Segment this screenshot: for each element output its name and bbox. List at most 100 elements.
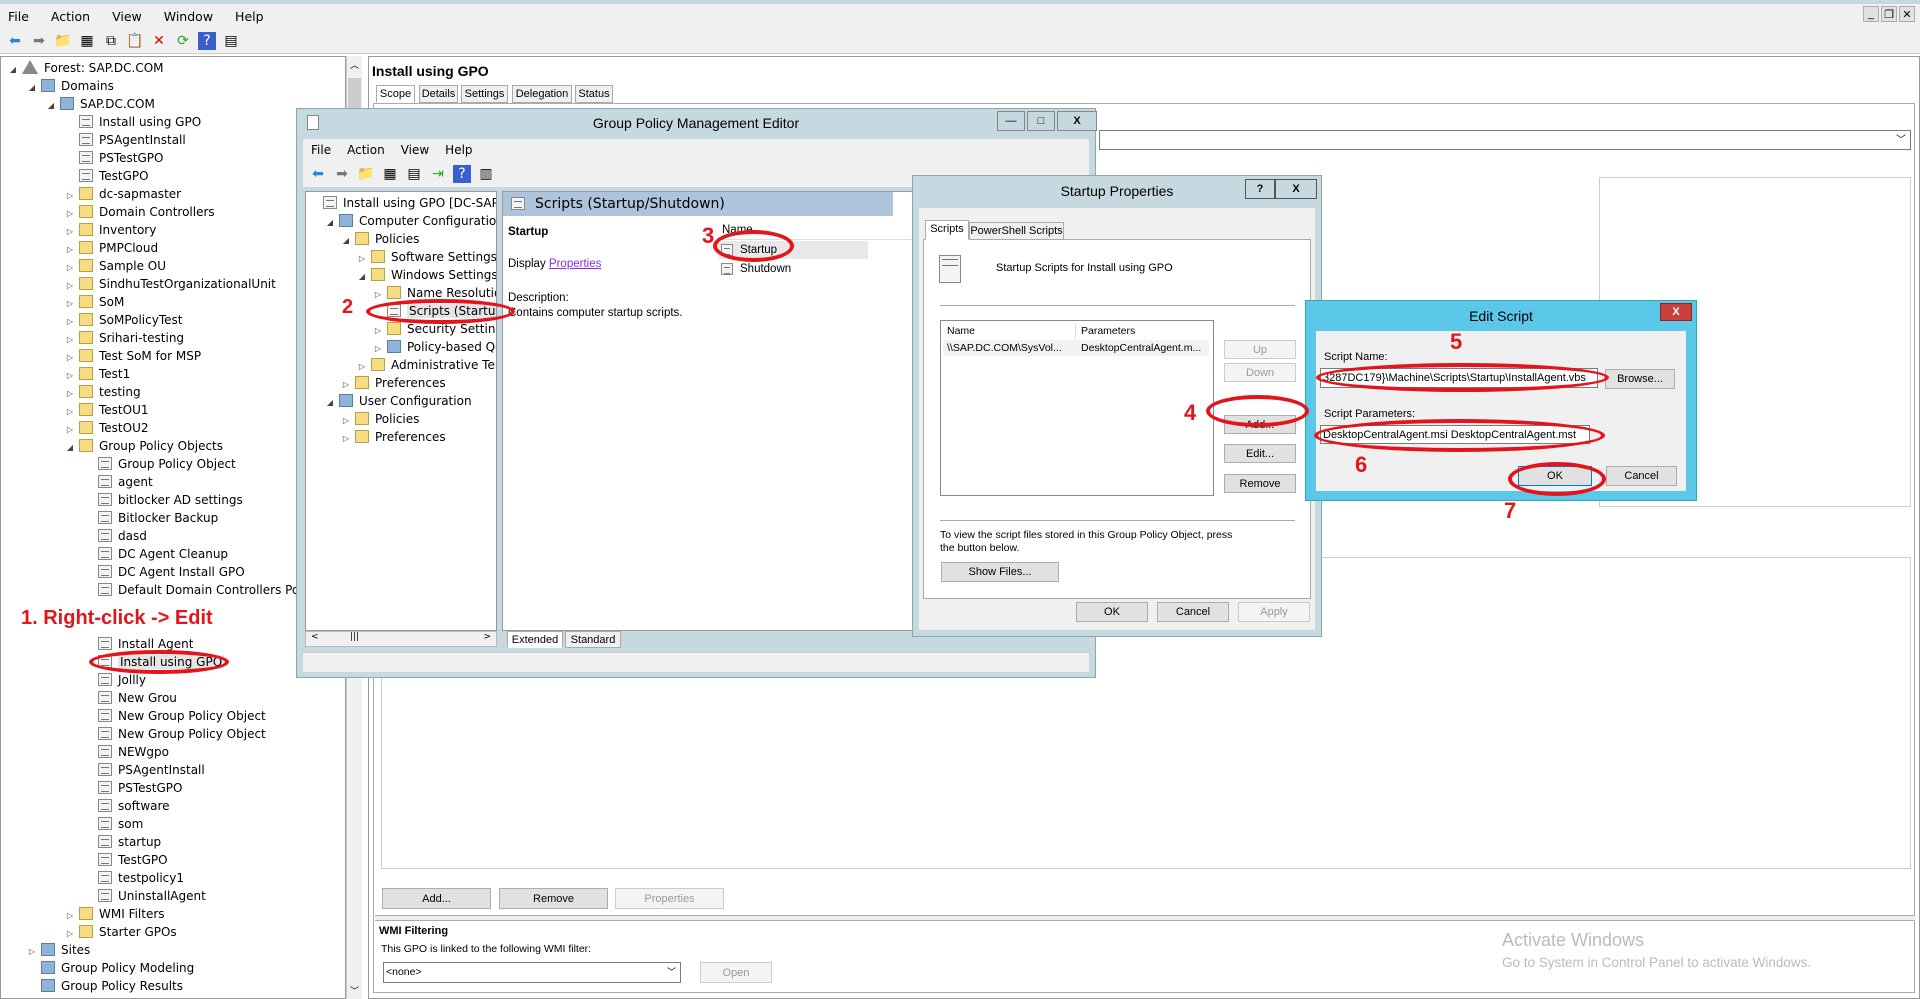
startup-close-button[interactable]: X — [1275, 179, 1317, 199]
tree-item[interactable]: PSAgentInstall — [83, 761, 205, 779]
gpmc-tree[interactable]: ◢ Forest: SAP.DC.COM ◢ Domains ◢ SAP.DC.COM In… — [0, 56, 346, 999]
column-header-name[interactable]: Name — [943, 323, 1076, 339]
tree-item[interactable]: Group Policy Results — [26, 977, 183, 995]
tab-extended[interactable]: Extended — [507, 631, 563, 648]
tree-item[interactable]: ▷ SoM — [64, 293, 124, 311]
tree-item[interactable]: ▷ SindhuTestOrganizationalUnit — [64, 275, 276, 293]
gpme-menu-action[interactable]: Action — [347, 143, 385, 157]
remove-script-button[interactable]: Remove — [1224, 474, 1296, 493]
tree-item[interactable]: ▷ TestOU1 — [64, 401, 149, 419]
properties-link[interactable]: Properties — [549, 258, 601, 270]
menu-file[interactable]: File — [8, 9, 29, 24]
tree-item[interactable]: ▷Policy-based QoS — [372, 338, 496, 356]
properties-icon[interactable]: ▤ — [222, 32, 240, 50]
add-button[interactable]: Add... — [382, 888, 491, 909]
tree-item[interactable]: TestGPO — [83, 851, 168, 869]
display-links-dropdown[interactable]: ﹀ — [1099, 130, 1911, 150]
tree-item[interactable]: ◢ Group Policy Objects — [64, 437, 223, 455]
startup-ok-button[interactable]: OK — [1076, 602, 1148, 622]
tree-item[interactable]: dasd — [83, 527, 147, 545]
tree-item[interactable]: bitlocker AD settings — [83, 491, 243, 509]
tree-item[interactable]: ▷Administrative Temp — [356, 356, 496, 374]
menu-help[interactable]: Help — [235, 9, 264, 24]
collapse-icon[interactable]: ◢ — [356, 268, 368, 286]
tree-item[interactable]: ▷ Software Settings — [356, 248, 496, 266]
tree-item[interactable]: ◢ Forest: SAP.DC.COM — [7, 59, 164, 77]
tree-item[interactable]: NEWgpo — [83, 743, 169, 761]
tab-powershell-scripts[interactable]: PowerShell Scripts — [969, 222, 1064, 240]
edit-script-close-button[interactable]: X — [1660, 303, 1692, 321]
tree-item[interactable]: som — [83, 815, 143, 833]
tree-item[interactable]: ▷ Sample OU — [64, 257, 166, 275]
collapse-icon[interactable]: ◢ — [324, 214, 336, 232]
tree-item[interactable]: ▷ Policies — [340, 410, 419, 428]
tree-item[interactable]: ◢ Windows Settings — [356, 266, 496, 286]
tree-item[interactable]: ▷ Inventory — [64, 221, 156, 239]
edit-script-cancel-button[interactable]: Cancel — [1606, 466, 1677, 486]
collapse-icon[interactable]: ◢ — [324, 394, 336, 412]
tree-item[interactable]: testpolicy1 — [83, 869, 184, 887]
help-icon[interactable]: ? — [198, 31, 216, 50]
tree-item[interactable]: ◢ User Configuration — [324, 392, 472, 410]
gpme-maximize-button[interactable]: □ — [1027, 111, 1055, 131]
tab-standard[interactable]: Standard — [565, 631, 621, 648]
tree-item[interactable]: Bitlocker Backup — [83, 509, 218, 527]
gpme-menu-help[interactable]: Help — [445, 143, 472, 157]
close-button[interactable]: ✕ — [1899, 6, 1915, 22]
scripts-list[interactable]: Name Parameters \\SAP.DC.COM\SysVol... De… — [940, 320, 1214, 496]
collapse-icon[interactable]: ◢ — [340, 232, 352, 250]
gpme-tree-hscrollbar[interactable]: < ||| > — [305, 631, 497, 647]
back-icon[interactable]: ⬅ — [309, 165, 327, 183]
gpme-tree[interactable]: Install using GPO [DC-SAPMAS ◢ Computer Co… — [305, 191, 497, 631]
scroll-thumb-grip-icon[interactable]: ||| — [350, 632, 359, 642]
tree-item[interactable]: New Group Policy Object — [83, 725, 266, 743]
gpme-menu-view[interactable]: View — [401, 143, 429, 157]
action-pane-icon[interactable]: ▥ — [477, 165, 495, 183]
tree-item[interactable]: ◢ Policies — [340, 230, 419, 248]
tree-item[interactable]: DC Agent Cleanup — [83, 545, 228, 563]
tree-item[interactable]: ▷ SoMPolicyTest — [64, 311, 182, 329]
tree-item[interactable]: PSAgentInstall — [64, 131, 186, 149]
tree-item[interactable]: ◢ SAP.DC.COM — [45, 95, 155, 113]
scroll-down-icon[interactable]: ﹀ — [350, 984, 359, 997]
properties-icon[interactable]: ▤ — [405, 165, 423, 183]
paste-icon[interactable]: 📋 — [126, 32, 144, 50]
tree-item[interactable]: ▷ Preferences — [340, 374, 446, 392]
back-icon[interactable]: ⬅ — [6, 32, 24, 50]
script-row[interactable]: \\SAP.DC.COM\SysVol... DesktopCentralAgen… — [943, 340, 1209, 356]
menu-window[interactable]: Window — [164, 9, 213, 24]
splitter[interactable] — [375, 915, 1915, 921]
tree-item[interactable]: ▷ Domain Controllers — [64, 203, 215, 221]
tree-item[interactable]: New Group Policy Object — [83, 707, 266, 725]
column-header-parameters[interactable]: Parameters — [1077, 323, 1209, 339]
tree-item[interactable]: software — [83, 797, 170, 815]
collapse-icon[interactable]: ◢ — [7, 61, 19, 79]
gpme-minimize-button[interactable]: — — [997, 111, 1025, 131]
tree-item[interactable]: PSTestGPO — [64, 149, 163, 167]
tree-item[interactable]: ▷ Srihari-testing — [64, 329, 184, 347]
collapse-icon[interactable]: ◢ — [64, 439, 76, 457]
tree-item[interactable]: ▷ Test SoM for MSP — [64, 347, 201, 365]
tree-item[interactable]: agent — [83, 473, 153, 491]
tree-item[interactable]: PSTestGPO — [83, 779, 182, 797]
tree-item[interactable]: ▷ testing — [64, 383, 141, 401]
tab-delegation[interactable]: Delegation — [512, 85, 572, 103]
up-folder-icon[interactable]: 📁 — [357, 165, 375, 183]
tree-item[interactable]: ▷ TestOU2 — [64, 419, 149, 437]
remove-button[interactable]: Remove — [499, 888, 608, 909]
scroll-up-icon[interactable]: ︿ — [350, 58, 359, 71]
copy-icon[interactable]: ⧉ — [102, 32, 120, 50]
show-hide-tree-icon[interactable]: ▦ — [78, 32, 96, 50]
menu-view[interactable]: View — [112, 9, 142, 24]
tree-item[interactable]: New Grou — [83, 689, 177, 707]
scroll-right-icon[interactable]: > — [483, 632, 491, 642]
collapse-icon[interactable]: ◢ — [26, 79, 38, 97]
scroll-left-icon[interactable]: < — [311, 632, 319, 642]
tree-item[interactable]: Group Policy Modeling — [26, 959, 194, 977]
tree-item[interactable]: Group Policy Object — [83, 455, 236, 473]
tree-item[interactable]: ▷ WMI Filters — [64, 905, 165, 923]
gpme-menu-file[interactable]: File — [311, 143, 331, 157]
tree-item[interactable]: ▷ Sites — [26, 941, 90, 959]
menu-action[interactable]: Action — [51, 9, 90, 24]
tab-settings[interactable]: Settings — [461, 85, 508, 103]
